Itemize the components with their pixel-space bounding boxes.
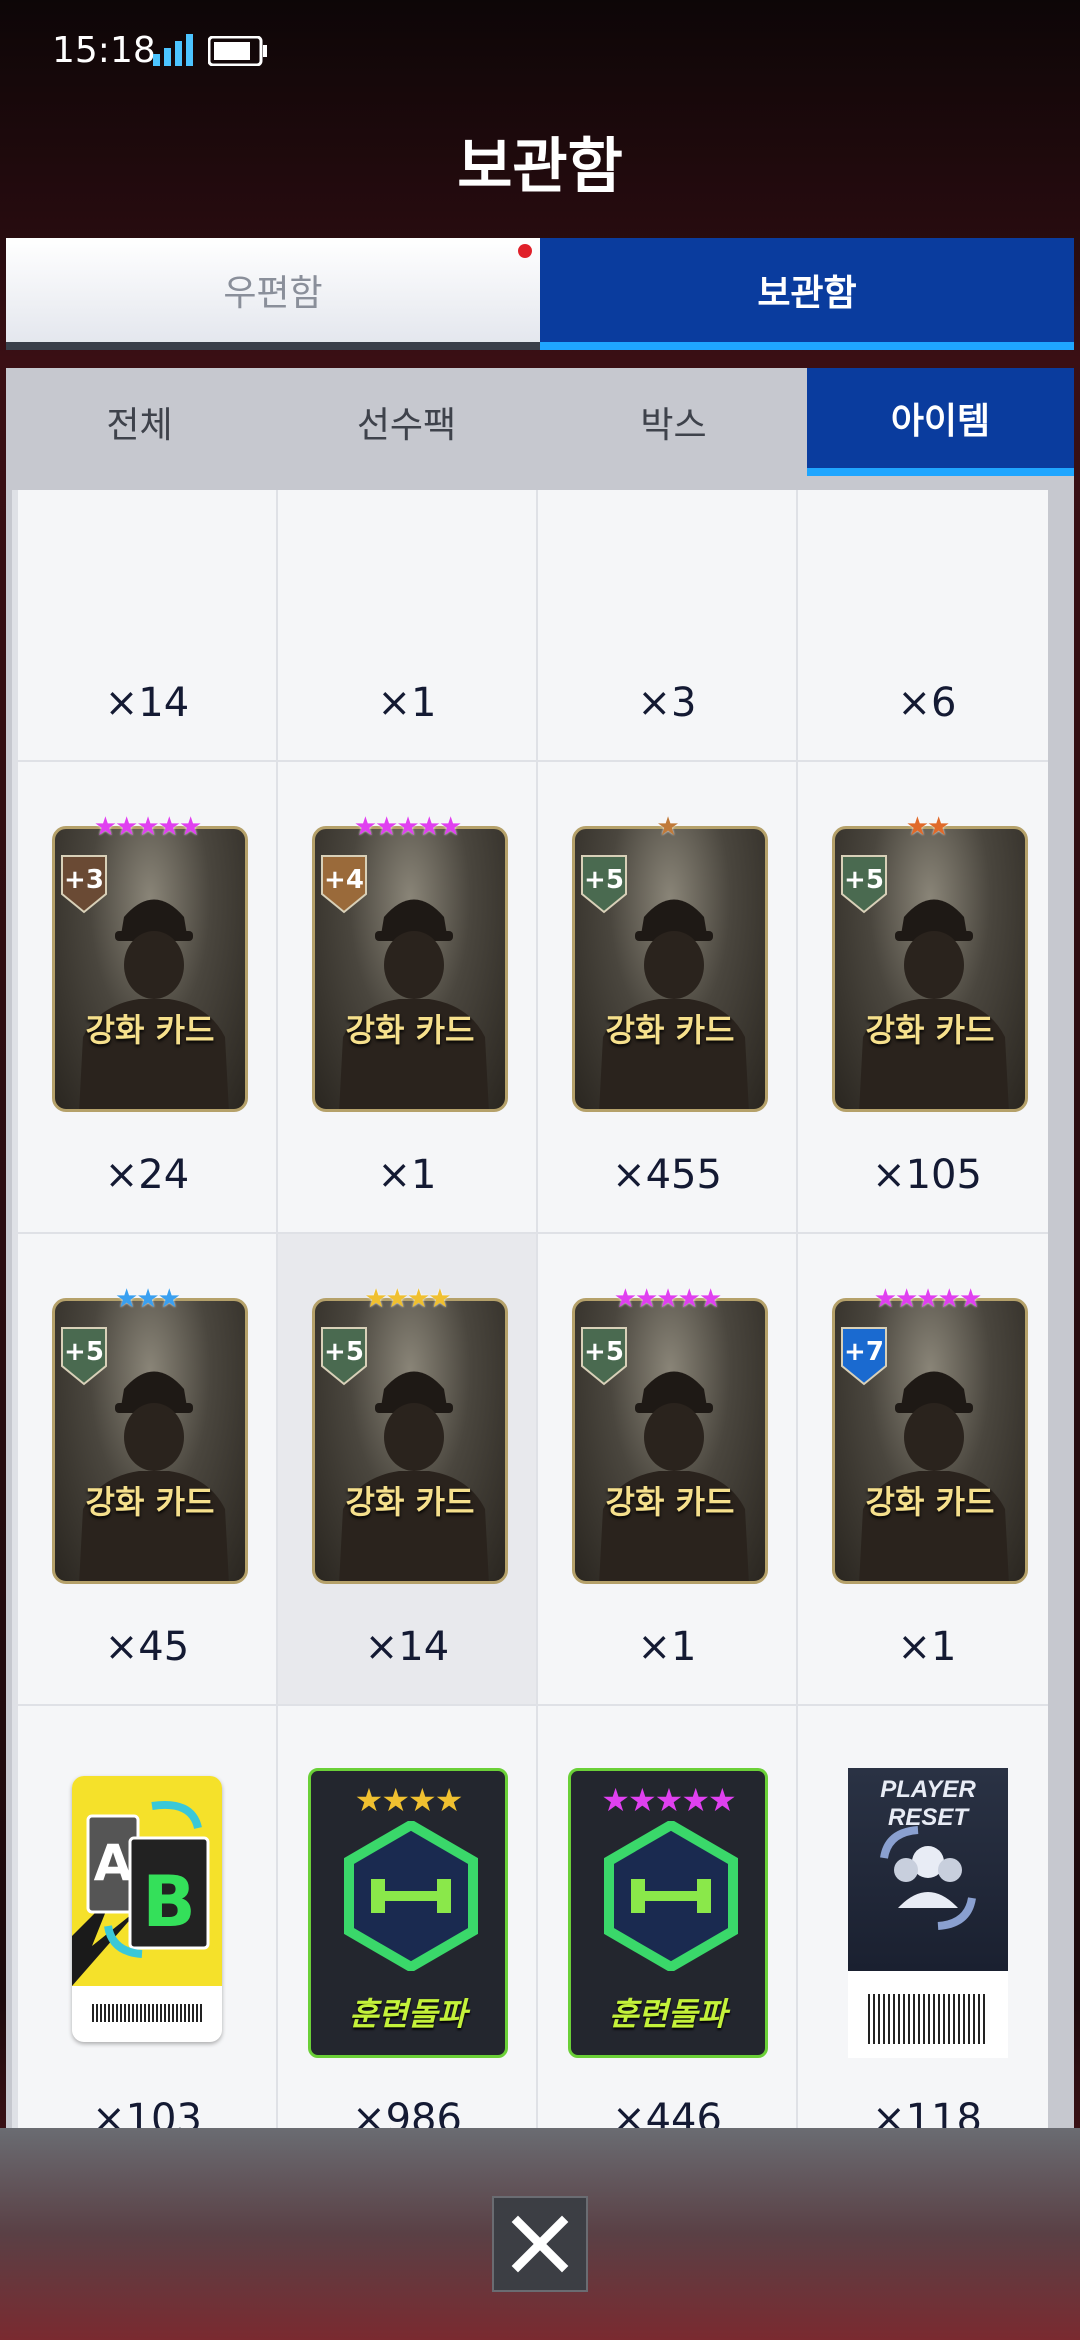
item-quantity: ×118 — [872, 2096, 982, 2128]
level-badge-icon: +4 — [321, 855, 367, 914]
ab-swap-card: A B — [72, 1776, 222, 2042]
tab-mailbox[interactable]: 우편함 — [6, 238, 540, 350]
training-breakthrough-card: ★★★★ 훈련돌파 — [308, 1768, 508, 2058]
item-quantity: ×6 — [897, 680, 957, 726]
dumbbell-icon — [344, 1821, 478, 1971]
item-grid: 강화 카드×14 강화 카드×1 강화 카드×3 강화 카드×6★★★★★ +3… — [18, 490, 1048, 2128]
signal-icon — [153, 34, 193, 66]
card-label: 강화 카드 — [345, 1011, 475, 1049]
item-slot[interactable]: ★★★★ +5 강화 카드 ×14 — [278, 1234, 536, 1704]
page-title: 보관함 — [457, 132, 623, 202]
svg-text:+5: +5 — [584, 1337, 624, 1367]
item-quantity: ×14 — [104, 680, 190, 726]
close-button[interactable] — [492, 2196, 588, 2292]
training-breakthrough-card: ★★★★★ 훈련돌파 — [568, 1768, 768, 2058]
battery-icon — [208, 36, 267, 66]
level-badge-icon: +7 — [841, 1327, 887, 1386]
svg-text:+4: +4 — [324, 865, 364, 895]
item-quantity: ×14 — [364, 1624, 450, 1670]
level-badge-icon: +5 — [581, 855, 627, 914]
card-label: 훈련돌파 — [349, 1995, 467, 2033]
item-slot[interactable]: ★★★★★ +7 강화 카드 ×1 — [798, 1234, 1048, 1704]
item-quantity: ×446 — [612, 2096, 722, 2128]
item-grid-viewport[interactable]: 강화 카드×14 강화 카드×1 강화 카드×3 강화 카드×6★★★★★ +3… — [12, 490, 1048, 2128]
item-quantity: ×103 — [92, 2096, 202, 2128]
tab-storage-label: 보관함 — [757, 273, 857, 314]
level-badge-icon: +5 — [581, 1327, 627, 1386]
item-quantity: ×1 — [377, 1152, 437, 1198]
svg-text:+7: +7 — [844, 1337, 884, 1367]
item-slot[interactable]: ★★★★★ 훈련돌파 ×446 — [538, 1706, 796, 2128]
player-reset-card: PLAYER RESET — [848, 1768, 1008, 2058]
rarity-stars: ★★ — [905, 812, 951, 842]
item-slot[interactable]: ★ +5 강화 카드 ×455 — [538, 762, 796, 1232]
item-slot[interactable]: ★★★★★ +5 강화 카드 ×1 — [538, 1234, 796, 1704]
card-label: 강화 카드 — [85, 1483, 215, 1521]
level-badge-icon: +5 — [321, 1327, 367, 1386]
sub-tab-box[interactable]: 박스 — [540, 368, 807, 476]
card-label: 훈련돌파 — [609, 1995, 727, 2033]
level-badge-icon: +5 — [61, 1327, 107, 1386]
rarity-stars: ★★★ — [115, 1284, 181, 1314]
svg-text:A: A — [94, 1834, 133, 1892]
level-badge-icon: +5 — [841, 855, 887, 914]
card-label: 강화 카드 — [865, 1483, 995, 1521]
item-quantity: ×1 — [897, 1624, 957, 1670]
rarity-stars: ★★★★ — [364, 1284, 451, 1314]
svg-text:+5: +5 — [324, 1337, 364, 1367]
svg-text:+5: +5 — [844, 865, 884, 895]
item-slot[interactable]: 강화 카드×1 — [278, 490, 536, 760]
card-label: 강화 카드 — [345, 1483, 475, 1521]
barcode-icon — [868, 1994, 988, 2044]
item-slot[interactable]: A B ×103 — [18, 1706, 276, 2128]
rarity-stars: ★ — [656, 812, 679, 842]
card-label: 강화 카드 — [865, 1011, 995, 1049]
item-quantity: ×1 — [637, 1624, 697, 1670]
svg-text:+3: +3 — [64, 865, 104, 895]
tab-mailbox-label: 우편함 — [223, 273, 323, 314]
item-slot[interactable]: 강화 카드×6 — [798, 490, 1048, 760]
svg-text:B: B — [142, 1861, 195, 1943]
status-bar: 15:18 — [0, 0, 1080, 100]
tab-storage[interactable]: 보관함 — [540, 238, 1074, 350]
rarity-stars: ★★★★★ — [613, 1284, 723, 1314]
item-slot[interactable]: ★★★ +5 강화 카드 ×45 — [18, 1234, 276, 1704]
item-quantity: ×3 — [637, 680, 697, 726]
level-badge-icon: +3 — [61, 855, 107, 914]
status-time: 15:18 — [52, 30, 156, 71]
rarity-stars: ★★★★★ — [353, 812, 463, 842]
svg-text:+5: +5 — [64, 1337, 104, 1367]
sub-tab-player-pack[interactable]: 선수팩 — [273, 368, 540, 476]
sub-tabs: 전체 선수팩 박스 아이템 — [6, 368, 1074, 476]
item-slot[interactable]: ★★★★★ +4 강화 카드 ×1 — [278, 762, 536, 1232]
item-slot[interactable]: PLAYER RESET ×118 — [798, 1706, 1048, 2128]
card-label: 강화 카드 — [605, 1011, 735, 1049]
item-slot[interactable]: 강화 카드×3 — [538, 490, 796, 760]
card-label: 강화 카드 — [85, 1011, 215, 1049]
rarity-stars: ★★★★★ — [93, 812, 203, 842]
item-quantity: ×1 — [377, 680, 437, 726]
rarity-stars: ★★★★★ — [873, 1284, 983, 1314]
rarity-stars: ★★★★ — [354, 1781, 464, 1819]
top-tabs: 우편함 보관함 — [6, 238, 1074, 350]
sub-tab-all[interactable]: 전체 — [6, 368, 273, 476]
svg-text:+5: +5 — [584, 865, 624, 895]
sub-tab-item[interactable]: 아이템 — [807, 368, 1074, 476]
item-quantity: ×24 — [104, 1152, 190, 1198]
item-slot[interactable]: ★★★★★ +3 강화 카드 ×24 — [18, 762, 276, 1232]
item-slot[interactable]: ★★★★ 훈련돌파 ×986 — [278, 1706, 536, 2128]
rarity-stars: ★★★★★ — [601, 1781, 736, 1819]
card-label: 강화 카드 — [605, 1483, 735, 1521]
item-quantity: ×455 — [612, 1152, 722, 1198]
item-quantity: ×45 — [104, 1624, 190, 1670]
dumbbell-icon — [604, 1821, 738, 1971]
notification-dot — [518, 244, 532, 258]
reset-players-icon — [880, 1826, 976, 1930]
close-icon — [511, 2215, 569, 2273]
item-slot[interactable]: 강화 카드×14 — [18, 490, 276, 760]
item-quantity: ×986 — [352, 2096, 462, 2128]
item-quantity: ×105 — [872, 1152, 982, 1198]
item-slot[interactable]: ★★ +5 강화 카드 ×105 — [798, 762, 1048, 1232]
